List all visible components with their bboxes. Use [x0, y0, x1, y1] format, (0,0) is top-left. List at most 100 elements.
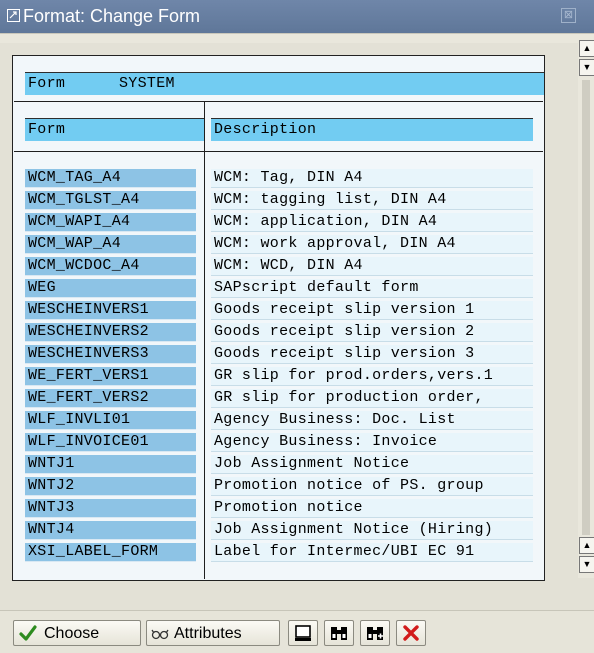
form-cell[interactable]: WCM_TAG_A4 [25, 169, 196, 188]
description-cell[interactable]: WCM: WCD, DIN A4 [211, 257, 533, 276]
table-row[interactable]: WESCHEINVERS1 Goods receipt slip version … [13, 301, 544, 320]
cancel-button[interactable] [396, 620, 426, 646]
description-cell[interactable]: GR slip for prod.orders,vers.1 [211, 367, 533, 386]
column-header-form[interactable]: Form [25, 118, 204, 141]
page-up-button[interactable]: ▲ [579, 537, 594, 554]
description-cell[interactable]: SAPscript default form [211, 279, 533, 298]
form-cell[interactable]: WCM_WAP_A4 [25, 235, 196, 254]
form-name: WCM_WAP_A4 [28, 235, 122, 252]
description-cell[interactable]: Goods receipt slip version 3 [211, 345, 533, 364]
scrollbar-track[interactable] [582, 80, 590, 535]
binoculars-icon [331, 627, 347, 640]
close-window-button[interactable]: ⊠ [561, 8, 576, 23]
description-cell[interactable]: Label for Intermec/UBI EC 91 [211, 543, 533, 562]
description-cell[interactable]: Promotion notice [211, 499, 533, 518]
description-cell[interactable]: WCM: work approval, DIN A4 [211, 235, 533, 254]
attributes-button[interactable]: Attributes [146, 620, 280, 646]
form-cell[interactable]: WE_FERT_VERS1 [25, 367, 196, 386]
form-name: WESCHEINVERS3 [28, 345, 149, 362]
table-row[interactable]: WNTJ4 Job Assignment Notice (Hiring) [13, 521, 544, 540]
form-name: WNTJ1 [28, 455, 75, 472]
description-cell[interactable]: Job Assignment Notice [211, 455, 533, 474]
form-cell[interactable]: WNTJ1 [25, 455, 196, 474]
form-name: XSI_LABEL_FORM [28, 543, 159, 560]
description-cell[interactable]: GR slip for production order, [211, 389, 533, 408]
form-cell[interactable]: WE_FERT_VERS2 [25, 389, 196, 408]
vertical-scrollbar[interactable]: ▲ ▼ ▲ ▼ [578, 40, 594, 578]
table-row[interactable]: WCM_TGLST_A4 WCM: tagging list, DIN A4 [13, 191, 544, 210]
form-name: WCM_WCDOC_A4 [28, 257, 140, 274]
table-row[interactable]: WCM_WCDOC_A4 WCM: WCD, DIN A4 [13, 257, 544, 276]
binoculars-plus-icon [367, 627, 383, 640]
description-cell[interactable]: Agency Business: Doc. List [211, 411, 533, 430]
form-name: WLF_INVLI01 [28, 411, 131, 428]
scroll-down-button[interactable]: ▼ [579, 59, 594, 76]
description-cell[interactable]: Promotion notice of PS. group [211, 477, 533, 496]
table-row[interactable]: WCM_WAPI_A4 WCM: application, DIN A4 [13, 213, 544, 232]
form-cell[interactable]: WCM_WCDOC_A4 [25, 257, 196, 276]
table-row[interactable]: WLF_INVLI01 Agency Business: Doc. List [13, 411, 544, 430]
form-description: WCM: Tag, DIN A4 [214, 169, 363, 186]
page-down-button[interactable]: ▼ [579, 556, 594, 573]
scroll-up-button[interactable]: ▲ [579, 40, 594, 57]
description-cell[interactable]: Goods receipt slip version 1 [211, 301, 533, 320]
find-button[interactable] [324, 620, 354, 646]
description-cell[interactable]: Goods receipt slip version 2 [211, 323, 533, 342]
table-top-divider [14, 151, 543, 152]
form-cell[interactable]: XSI_LABEL_FORM [25, 543, 196, 562]
form-description: Promotion notice [214, 499, 363, 516]
attributes-label: Attributes [174, 625, 242, 642]
form-cell[interactable]: WESCHEINVERS3 [25, 345, 196, 364]
form-description: Label for Intermec/UBI EC 91 [214, 543, 475, 560]
table-row[interactable]: WEG SAPscript default form [13, 279, 544, 298]
form-description: Goods receipt slip version 3 [214, 345, 475, 362]
window-icon [7, 9, 20, 22]
choose-button[interactable]: Choose [13, 620, 141, 646]
checkmark-icon [19, 625, 37, 641]
table-row[interactable]: WE_FERT_VERS1 GR slip for prod.orders,ver… [13, 367, 544, 386]
description-cell[interactable]: Job Assignment Notice (Hiring) [211, 521, 533, 540]
form-name: WESCHEINVERS2 [28, 323, 149, 340]
table-row[interactable]: WCM_WAP_A4 WCM: work approval, DIN A4 [13, 235, 544, 254]
form-description: Goods receipt slip version 2 [214, 323, 475, 340]
table-row[interactable]: WLF_INVOICE01 Agency Business: Invoice [13, 433, 544, 452]
form-cell[interactable]: WLF_INVOICE01 [25, 433, 196, 452]
form-description: Job Assignment Notice (Hiring) [214, 521, 494, 538]
table-row[interactable]: XSI_LABEL_FORM Label for Intermec/UBI EC … [13, 543, 544, 562]
form-cell[interactable]: WCM_TGLST_A4 [25, 191, 196, 210]
table-row[interactable]: WNTJ2 Promotion notice of PS. group [13, 477, 544, 496]
description-cell[interactable]: WCM: tagging list, DIN A4 [211, 191, 533, 210]
table-row[interactable]: WE_FERT_VERS2 GR slip for production orde… [13, 389, 544, 408]
column-header-description[interactable]: Description [211, 118, 533, 141]
form-cell[interactable]: WLF_INVLI01 [25, 411, 196, 430]
display-button[interactable] [288, 620, 318, 646]
form-name: WNTJ3 [28, 499, 75, 516]
description-cell[interactable]: WCM: Tag, DIN A4 [211, 169, 533, 188]
description-cell[interactable]: WCM: application, DIN A4 [211, 213, 533, 232]
form-cell[interactable]: WNTJ2 [25, 477, 196, 496]
table-row[interactable]: WCM_TAG_A4 WCM: Tag, DIN A4 [13, 169, 544, 188]
form-cell[interactable]: WESCHEINVERS1 [25, 301, 196, 320]
form-cell[interactable]: WCM_WAPI_A4 [25, 213, 196, 232]
form-name: WCM_TAG_A4 [28, 169, 122, 186]
table-row[interactable]: WESCHEINVERS3 Goods receipt slip version … [13, 345, 544, 364]
filter-header: Form SYSTEM [25, 72, 544, 95]
form-description: WCM: application, DIN A4 [214, 213, 438, 230]
title-bar: Format: Change Form ⊠ [0, 0, 594, 33]
form-cell[interactable]: WNTJ3 [25, 499, 196, 518]
form-name: WE_FERT_VERS2 [28, 389, 149, 406]
table-row[interactable]: WNTJ1 Job Assignment Notice [13, 455, 544, 474]
form-cell[interactable]: WESCHEINVERS2 [25, 323, 196, 342]
filter-label: Form [28, 75, 66, 92]
table-row[interactable]: WESCHEINVERS2 Goods receipt slip version … [13, 323, 544, 342]
results-list: Form SYSTEM Form Description WCM_TAG_A4 W… [12, 55, 545, 581]
table-row[interactable]: WNTJ3 Promotion notice [13, 499, 544, 518]
form-cell[interactable]: WEG [25, 279, 196, 298]
find-next-button[interactable] [360, 620, 390, 646]
form-cell[interactable]: WNTJ4 [25, 521, 196, 540]
form-name: WESCHEINVERS1 [28, 301, 149, 318]
form-name: WEG [28, 279, 56, 296]
description-cell[interactable]: Agency Business: Invoice [211, 433, 533, 452]
form-description: WCM: WCD, DIN A4 [214, 257, 363, 274]
monitor-icon [295, 625, 311, 641]
